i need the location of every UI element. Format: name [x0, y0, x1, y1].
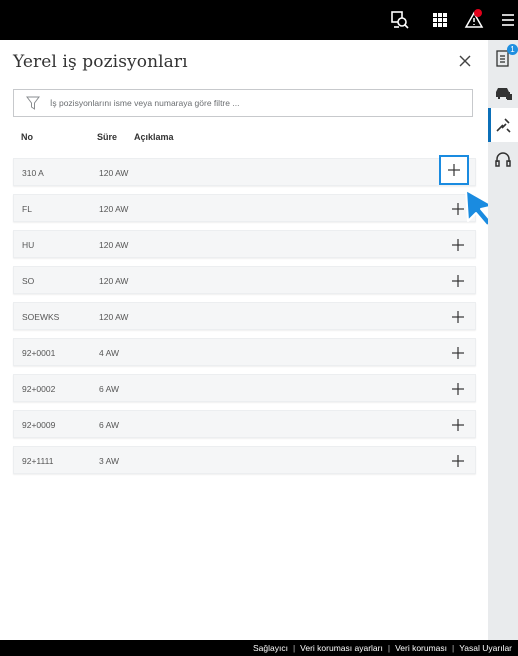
add-button[interactable] [447, 270, 469, 292]
car-icon[interactable] [493, 82, 513, 102]
table-row: 310 A 120 AW [13, 155, 476, 186]
close-icon[interactable] [456, 52, 474, 70]
footer-link-provider[interactable]: Sağlayıcı [253, 643, 288, 653]
row-number: 310 A [22, 168, 44, 178]
checklist-icon[interactable]: 1 [493, 44, 518, 68]
row-number: HU [22, 240, 35, 250]
filter-field[interactable] [13, 89, 473, 117]
footer-bar: Sağlayıcı | Veri koruması ayarları | Veri ko… [0, 640, 518, 656]
row-number: SO [22, 276, 35, 286]
add-button[interactable] [447, 450, 469, 472]
filter-input[interactable] [50, 94, 460, 112]
row-duration: 6 AW [99, 420, 119, 430]
row-duration: 120 AW [99, 240, 129, 250]
row-duration: 120 AW [99, 168, 129, 178]
column-header-description: Açıklama [134, 132, 174, 142]
table-row: 92+0009 6 AW [13, 410, 476, 438]
add-button[interactable] [447, 342, 469, 364]
row-duration: 120 AW [99, 312, 129, 322]
diagnosis-search-icon[interactable] [390, 10, 410, 30]
row-number: 92+1111 [22, 456, 54, 466]
row-number: FL [22, 204, 32, 214]
add-button[interactable] [447, 378, 469, 400]
row-duration: 4 AW [99, 348, 119, 358]
table-row: SOEWKS 120 AW [13, 302, 476, 330]
footer-links: Sağlayıcı | Veri koruması ayarları | Veri ko… [252, 643, 512, 653]
footer-link-privacy[interactable]: Veri koruması [395, 643, 447, 653]
footer-link-privacy-settings[interactable]: Veri koruması ayarları [300, 643, 383, 653]
row-duration: 120 AW [99, 204, 129, 214]
table-row: SO 120 AW [13, 266, 476, 294]
table-row: 92+0001 4 AW [13, 338, 476, 366]
row-duration: 120 AW [99, 276, 129, 286]
row-duration: 6 AW [99, 384, 119, 394]
table-row: HU 120 AW [13, 230, 476, 258]
table-row: 92+0002 6 AW [13, 374, 476, 402]
add-button[interactable] [447, 234, 469, 256]
notification-badge: 1 [507, 44, 518, 55]
panel-title: Yerel iş pozisyonları [13, 52, 188, 72]
alert-dot [474, 9, 482, 17]
table-row: FL 120 AW [13, 194, 476, 222]
footer-link-legal[interactable]: Yasal Uyarılar [459, 643, 512, 653]
column-header-no: No [21, 132, 33, 142]
filter-funnel-icon [26, 96, 40, 110]
table-row: 92+1111 3 AW [13, 446, 476, 474]
add-button[interactable] [439, 155, 469, 185]
grid-apps-icon[interactable] [430, 10, 450, 30]
add-button[interactable] [447, 414, 469, 436]
warning-alert-icon[interactable] [464, 9, 484, 30]
right-sidebar: 1 [488, 40, 518, 640]
column-header-duration: Süre [97, 132, 118, 142]
hamburger-menu-icon[interactable] [498, 10, 518, 30]
headset-icon[interactable] [493, 150, 513, 170]
top-bar [0, 0, 518, 40]
row-number: SOEWKS [22, 312, 60, 322]
row-number: 92+0001 [22, 348, 56, 358]
row-number: 92+0009 [22, 420, 56, 430]
tools-icon[interactable] [488, 108, 518, 142]
add-button[interactable] [447, 306, 469, 328]
row-number: 92+0002 [22, 384, 56, 394]
row-duration: 3 AW [99, 456, 119, 466]
